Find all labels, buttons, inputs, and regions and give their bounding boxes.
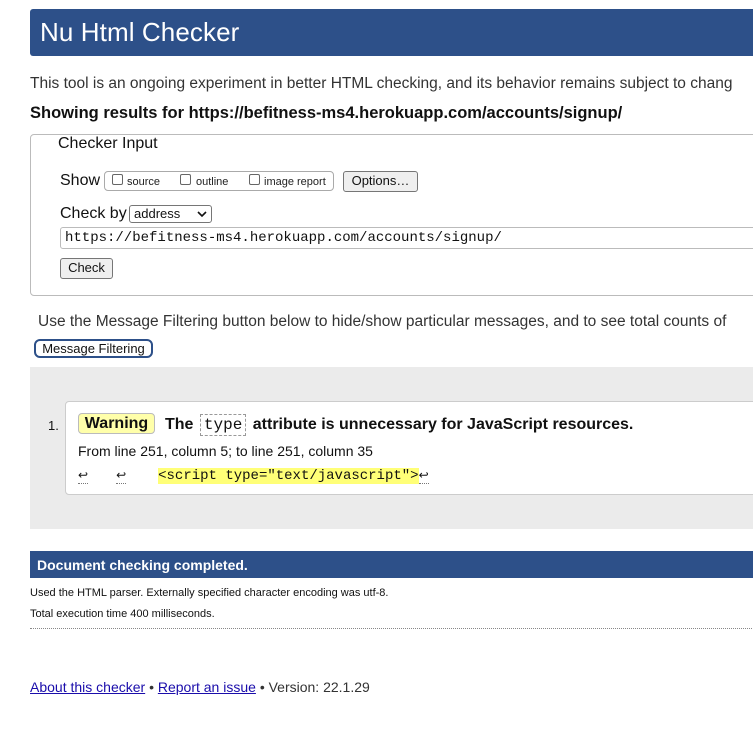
outline-checkbox-label: outline bbox=[196, 176, 229, 188]
intro-text: This tool is an ongoing experiment in be… bbox=[30, 75, 733, 92]
image-report-checkbox-label: image report bbox=[264, 176, 326, 188]
image-report-checkbox[interactable] bbox=[249, 174, 260, 185]
check-by-label: Check by bbox=[60, 205, 127, 222]
footer: About this checker • Report an issue • V… bbox=[30, 679, 370, 695]
check-by-value: address bbox=[134, 206, 181, 221]
check-button[interactable]: Check bbox=[60, 258, 113, 279]
highlighted-code: <script type="text/javascript"> bbox=[158, 468, 419, 484]
message-code: type bbox=[199, 414, 247, 436]
message-extract: ↩ ↩ <script type="text/javascript">↩ bbox=[78, 468, 429, 484]
message-filtering-button[interactable]: Message Filtering bbox=[34, 339, 153, 358]
about-checker-link[interactable]: About this checker bbox=[30, 679, 145, 695]
newline-icon: ↩ bbox=[116, 469, 127, 484]
chevron-down-icon bbox=[197, 206, 207, 227]
newline-icon: ↩ bbox=[78, 469, 89, 484]
footer-separator: • bbox=[259, 679, 265, 695]
message-text-after: attribute is unnecessary for JavaScript … bbox=[252, 416, 634, 433]
completion-bar: Document checking completed. bbox=[30, 551, 753, 578]
divider bbox=[30, 628, 753, 629]
message-location: From line 251, column 5; to line 251, co… bbox=[78, 443, 373, 459]
url-input[interactable]: https://befitness-ms4.herokuapp.com/acco… bbox=[60, 227, 753, 249]
version-text: Version: 22.1.29 bbox=[268, 679, 370, 695]
message-number: 1. bbox=[48, 418, 59, 433]
page-title: Nu Html Checker bbox=[40, 17, 240, 47]
message-text: The type attribute is unnecessary for Ja… bbox=[165, 414, 633, 436]
outline-checkbox[interactable] bbox=[180, 174, 191, 185]
completion-title: Document checking completed. bbox=[37, 557, 248, 573]
title-bar: Nu Html Checker bbox=[30, 9, 753, 56]
report-issue-link[interactable]: Report an issue bbox=[158, 679, 256, 695]
showing-results-heading: Showing results for https://befitness-ms… bbox=[30, 104, 623, 122]
warning-badge: Warning bbox=[78, 413, 155, 434]
message-text-before: The bbox=[165, 416, 194, 433]
source-checkbox-label: source bbox=[127, 176, 161, 188]
show-label: Show bbox=[60, 172, 101, 189]
newline-icon: ↩ bbox=[418, 469, 429, 484]
show-options-group: source outline image report bbox=[104, 171, 334, 191]
parser-info: Used the HTML parser. Externally specifi… bbox=[30, 587, 389, 599]
source-checkbox[interactable] bbox=[112, 174, 123, 185]
checker-input-legend: Checker Input bbox=[58, 135, 160, 153]
filtering-help-text: Use the Message Filtering button below t… bbox=[38, 313, 727, 330]
footer-separator: • bbox=[149, 679, 154, 695]
options-button[interactable]: Options… bbox=[343, 171, 418, 192]
check-by-select[interactable]: address bbox=[129, 205, 212, 223]
execution-time: Total execution time 400 milliseconds. bbox=[30, 608, 215, 620]
